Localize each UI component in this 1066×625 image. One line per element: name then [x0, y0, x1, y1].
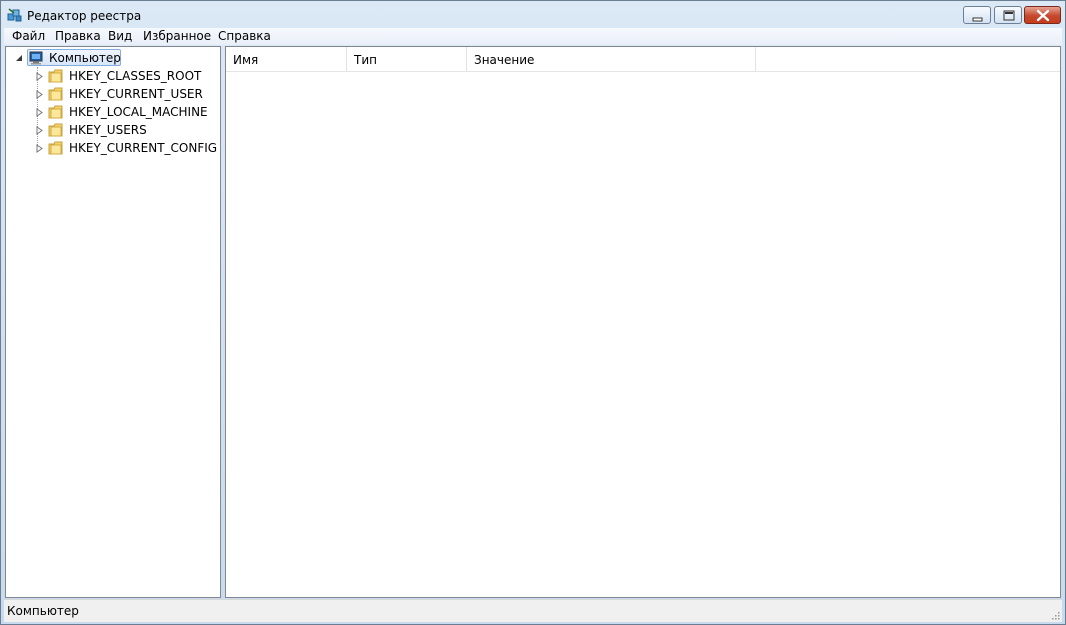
title-bar[interactable]: Редактор реестра [1, 1, 1065, 29]
tree-item-label: HKEY_CURRENT_CONFIG [69, 141, 218, 155]
tree-root-label[interactable]: Компьютер [49, 51, 121, 65]
menu-file[interactable]: Файл [12, 29, 45, 43]
computer-icon [29, 51, 43, 65]
column-header-value[interactable]: Значение [467, 47, 756, 71]
menu-edit[interactable]: Правка [55, 29, 101, 43]
key-tree[interactable]: Компьютер HKEY_CLASSES_ROOT HKEY_CURRENT… [5, 46, 221, 598]
tree-item-label: HKEY_USERS [69, 123, 147, 137]
registry-editor-window: Редактор реестра Файл Правка Вид Избранн… [0, 0, 1066, 625]
values-list[interactable]: Имя Тип Значение [225, 46, 1061, 598]
expand-arrow-icon[interactable] [35, 90, 44, 99]
column-header-name[interactable]: Имя [226, 47, 347, 71]
close-icon [1036, 9, 1050, 22]
tree-item-label: HKEY_LOCAL_MACHINE [69, 105, 208, 119]
minimize-icon [972, 17, 983, 22]
expand-arrow-icon[interactable] [35, 126, 44, 135]
menu-help[interactable]: Справка [218, 29, 271, 43]
folder-icon [48, 123, 63, 137]
registry-editor-icon [7, 8, 22, 22]
list-header: Имя Тип Значение [226, 47, 1060, 72]
maximize-icon [1003, 10, 1015, 21]
folder-icon [48, 141, 63, 155]
close-button[interactable] [1024, 6, 1061, 24]
column-header-type[interactable]: Тип [347, 47, 467, 71]
maximize-button[interactable] [994, 6, 1022, 24]
folder-icon [48, 69, 63, 83]
tree-item-label: HKEY_CURRENT_USER [69, 87, 203, 101]
expand-arrow-icon[interactable] [35, 72, 44, 81]
window-title: Редактор реестра [27, 9, 142, 23]
minimize-button[interactable] [963, 6, 991, 24]
collapse-arrow-icon[interactable] [15, 54, 24, 63]
status-bar: Компьютер [4, 599, 1062, 622]
expand-arrow-icon[interactable] [35, 144, 44, 153]
tree-item-hkcr[interactable]: HKEY_CLASSES_ROOT [6, 67, 220, 85]
expand-arrow-icon[interactable] [35, 108, 44, 117]
tree-item-hku[interactable]: HKEY_USERS [6, 121, 220, 139]
tree-item-hklm[interactable]: HKEY_LOCAL_MACHINE [6, 103, 220, 121]
tree-item-label: HKEY_CLASSES_ROOT [69, 69, 202, 83]
resize-grip-icon[interactable] [1050, 610, 1060, 620]
menu-view[interactable]: Вид [108, 29, 132, 43]
tree-item-hkcu[interactable]: HKEY_CURRENT_USER [6, 85, 220, 103]
folder-icon [48, 105, 63, 119]
tree-item-hkcc[interactable]: HKEY_CURRENT_CONFIG [6, 139, 220, 157]
folder-icon [48, 87, 63, 101]
status-text: Компьютер [7, 604, 79, 618]
menu-favorites[interactable]: Избранное [143, 29, 211, 43]
menu-bar: Файл Правка Вид Избранное Справка [4, 28, 1062, 45]
